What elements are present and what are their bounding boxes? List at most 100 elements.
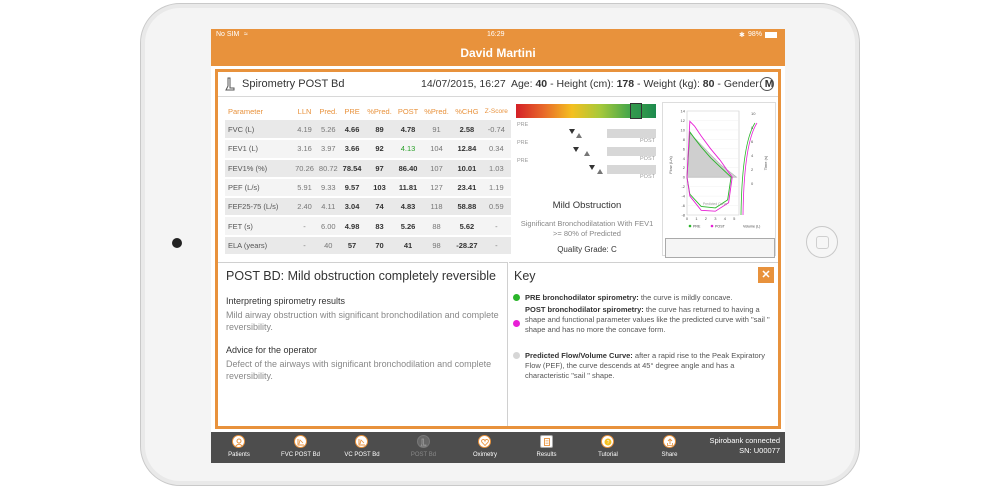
table-row[interactable]: FET (s) -6.00 4.98 83 5.26 88 5.62- <box>225 216 511 237</box>
table-cell: 2.58 <box>452 120 482 141</box>
advice-body: Defect of the airways with significant b… <box>226 359 492 381</box>
tab-share[interactable]: Share <box>640 432 700 463</box>
flow-volume-chart[interactable]: 14 12 10 8 6 4 2 0 -2 -4 -6 -8 0 1 2 3 4 5 10 8 6 4 2 0 Flow (L/… <box>662 102 776 256</box>
table-cell: 98 <box>420 235 453 257</box>
x-tick-label: 5 <box>733 216 736 221</box>
tab-post-bd: POST Bd <box>394 432 454 463</box>
tab-fvc-post-bd[interactable]: FVC POST Bd <box>271 432 331 463</box>
legend-swatch <box>688 224 692 228</box>
column-header[interactable]: LLN <box>293 102 317 120</box>
table-cell: 41 <box>395 235 421 257</box>
table-cell: 4.11 <box>316 197 341 218</box>
key-term: Predicted Flow/Volume Curve: <box>525 351 633 360</box>
table-row[interactable]: FEV1% (%) 70.26 80.72 78.54 97 86.40 107 10.01 1… <box>225 158 511 179</box>
x-tick-label: 2 <box>705 216 708 221</box>
table-body: FVC (L) 4.19 5.26 4.66 89 4.78 91 2.58 -0.74 FEV1… <box>225 120 511 257</box>
table-cell: 104 <box>420 139 453 160</box>
height-value: 178 <box>616 78 635 90</box>
tab-label: FVC POST Bd <box>281 452 320 458</box>
y-tick-label: -6 <box>681 203 685 208</box>
summary-panel: POST BD: Mild obstruction completely rev… <box>218 262 508 426</box>
table-cell: 88 <box>420 216 453 237</box>
parameter-name: FEF25-75 (L/s) <box>225 197 293 218</box>
table-cell: 9.57 <box>340 177 364 199</box>
battery-icon <box>765 32 777 38</box>
table-cell: 1.03 <box>481 158 511 179</box>
column-header[interactable]: Pred. <box>316 102 340 120</box>
pre-marker <box>573 147 580 152</box>
lungs-icon <box>416 435 430 448</box>
gauge-post-label: POST <box>640 174 655 180</box>
key-term: PRE bronchodilator spirometry: <box>525 293 639 302</box>
results-icon <box>539 435 553 448</box>
right-tick-label: 2 <box>751 167 754 172</box>
y-tick-label: -4 <box>681 194 685 199</box>
table-cell: 5.62 <box>452 216 482 237</box>
app-screen: No SIM ≈ 16:29 ✱ 98% David Martini Spiro… <box>211 29 785 463</box>
post-marker <box>576 133 582 138</box>
table-row[interactable]: FEF25-75 (L/s) 2.40 4.11 3.04 74 4.83 118 58.88… <box>225 197 511 218</box>
y-tick-label: 2 <box>683 165 686 170</box>
table-row[interactable]: FEV1 (L) 3.16 3.97 3.66 92 4.13 104 12.84 0.34 <box>225 139 511 160</box>
table-cell: 89 <box>363 120 396 141</box>
status-bar: No SIM ≈ 16:29 ✱ 98% <box>211 29 785 41</box>
gauge-fill <box>516 147 607 156</box>
table-cell: 6.00 <box>316 216 341 237</box>
table-cell: -0.74 <box>481 120 511 141</box>
table-cell: 5.26 <box>316 120 341 141</box>
table-row[interactable]: PEF (L/s) 5.91 9.33 9.57 103 11.81 127 23.41 1.1… <box>225 177 511 199</box>
table-row[interactable]: ELA (years) -40 57 70 41 98 -28.27- <box>225 235 511 257</box>
patient-title: David Martini <box>211 41 785 66</box>
advice-heading: Advice for the operator <box>226 345 318 355</box>
table-cell: 11.81 <box>395 177 421 199</box>
column-header[interactable]: PRE <box>340 102 364 120</box>
table-cell: - <box>481 235 511 257</box>
table-cell: 74 <box>363 197 396 218</box>
test-datetime: 14/07/2015, 16:27 <box>421 78 506 90</box>
table-cell: 4.78 <box>395 120 421 141</box>
info-button[interactable] <box>760 77 774 91</box>
tab-vc-post-bd[interactable]: VC POST Bd <box>332 432 392 463</box>
summary-title: POST BD: Mild obstruction completely rev… <box>226 269 497 283</box>
tab-oximetry[interactable]: Oximetry <box>455 432 515 463</box>
y-tick-label: 8 <box>683 137 686 142</box>
interpreting-heading: Interpreting spirometry results <box>226 296 346 306</box>
tab-patients[interactable]: Patients <box>211 432 269 463</box>
column-header[interactable]: %CHG <box>452 102 482 120</box>
parameter-name: ELA (years) <box>225 235 293 257</box>
wifi-icon: ≈ <box>244 31 248 38</box>
tab-label: Patients <box>228 452 250 458</box>
table-cell: 4.19 <box>292 120 317 141</box>
table-cell: 97 <box>363 158 396 179</box>
legend-entry: PRE <box>693 225 701 229</box>
y-axis-label: Flow (L/s) <box>668 156 673 174</box>
patient-info: 14/07/2015, 16:27 Age: 40 - Height (cm):… <box>421 78 774 90</box>
key-title: Key <box>514 269 536 283</box>
home-button[interactable] <box>806 226 838 258</box>
tab-tutorial[interactable]: ? Tutorial <box>578 432 638 463</box>
tab-results[interactable]: Results <box>517 432 577 463</box>
table-row[interactable]: FVC (L) 4.19 5.26 4.66 89 4.78 91 2.58 -0.74 <box>225 120 511 141</box>
column-header[interactable]: POST <box>395 102 421 120</box>
parameter-name: FEV1% (%) <box>225 158 293 179</box>
column-header[interactable]: Parameter <box>225 102 293 120</box>
table-cell: 3.97 <box>316 139 341 160</box>
right-tick-label: 4 <box>751 153 754 158</box>
chart-icon <box>355 435 368 448</box>
severity-marker <box>630 103 642 119</box>
column-header[interactable]: %Pred. <box>421 102 452 120</box>
watermark-label: Predicted Curve <box>703 202 727 206</box>
gauge-pre-label: PRE <box>517 140 529 146</box>
tab-bar: Patients FVC POST Bd VC POST Bd POST Bd Oxim… <box>211 432 785 463</box>
table-cell: 83 <box>363 216 396 237</box>
pre-marker <box>569 129 575 134</box>
table-cell: 4.66 <box>340 120 364 141</box>
column-header[interactable]: %Pred. <box>364 102 395 120</box>
column-header[interactable]: Z-Score <box>482 102 511 120</box>
key-dot <box>513 320 520 327</box>
heart-icon <box>478 435 491 448</box>
parameter-name: FET (s) <box>225 216 293 237</box>
table-cell: - <box>292 235 317 257</box>
close-icon[interactable]: ✕ <box>758 267 774 283</box>
y-tick-label: 10 <box>681 127 686 132</box>
